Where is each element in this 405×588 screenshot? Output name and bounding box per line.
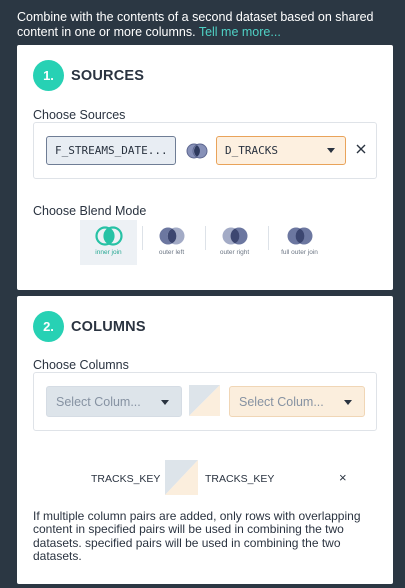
blend-mode-label: full outer join: [281, 249, 318, 256]
left-column-select[interactable]: Select Colum...: [46, 386, 182, 417]
target-dataset-label: D_TRACKS: [225, 144, 278, 157]
blend-mode-label: inner join: [95, 249, 122, 256]
right-column-select[interactable]: Select Colum...: [229, 386, 365, 417]
left-column-placeholder: Select Colum...: [56, 395, 141, 409]
column-pair-swatch-icon: [165, 460, 198, 495]
remove-source-button[interactable]: [355, 143, 367, 158]
divider: [268, 226, 269, 250]
tell-me-more-link[interactable]: Tell me more...: [199, 25, 281, 39]
sources-row: F_STREAMS_DATE... D_TRACKS: [33, 122, 377, 179]
chevron-down-icon: [327, 148, 335, 153]
blend-mode-label: outer right: [219, 249, 250, 256]
sources-title: SOURCES: [71, 67, 145, 84]
column-pairs-note: If multiple column pairs are added, only…: [33, 509, 361, 564]
outer-left-icon: [159, 227, 184, 245]
chevron-down-icon: [344, 400, 352, 405]
pair-right-key: TRACKS_KEY: [205, 473, 275, 485]
intro-text: Combine with the contents of a second da…: [17, 10, 397, 40]
remove-pair-button[interactable]: ×: [339, 471, 347, 484]
blend-mode-label: outer left: [158, 249, 185, 256]
blend-mode-full-outer-join[interactable]: full outer join: [271, 220, 328, 265]
chevron-down-icon: [161, 400, 169, 405]
columns-header: 2. COLUMNS: [33, 311, 146, 342]
blend-mode-outer-left[interactable]: outer left: [143, 220, 200, 265]
close-icon: [356, 144, 366, 154]
choose-sources-label: Choose Sources: [33, 108, 126, 122]
choose-blend-mode-label: Choose Blend Mode: [33, 204, 147, 218]
source-dataset-chip[interactable]: F_STREAMS_DATE...: [46, 136, 176, 165]
pair-left-key: TRACKS_KEY: [91, 473, 161, 485]
sources-panel: 1. SOURCES Choose Sources F_STREAMS_DATE…: [17, 45, 393, 290]
step-2-badge: 2.: [33, 311, 64, 342]
outer-right-icon: [222, 227, 247, 245]
full-outer-join-icon: [287, 227, 312, 245]
blend-venn-icon: [186, 142, 208, 165]
choose-columns-label: Choose Columns: [33, 358, 129, 372]
column-pair-swatch-icon: [189, 385, 220, 416]
blend-mode-inner-join[interactable]: inner join: [80, 220, 137, 265]
inner-join-icon: [94, 226, 123, 246]
target-dataset-select[interactable]: D_TRACKS: [216, 136, 346, 165]
right-column-placeholder: Select Colum...: [239, 395, 324, 409]
step-1-badge: 1.: [33, 60, 64, 91]
columns-panel: 2. COLUMNS Choose Columns Select Colum..…: [17, 296, 393, 584]
sources-header: 1. SOURCES: [33, 60, 144, 91]
columns-title: COLUMNS: [71, 318, 146, 335]
columns-row: Select Colum... Select Colum...: [33, 372, 377, 431]
intro-description: Combine with the contents of a second da…: [17, 10, 374, 39]
blend-mode-outer-right[interactable]: outer right: [206, 220, 263, 265]
